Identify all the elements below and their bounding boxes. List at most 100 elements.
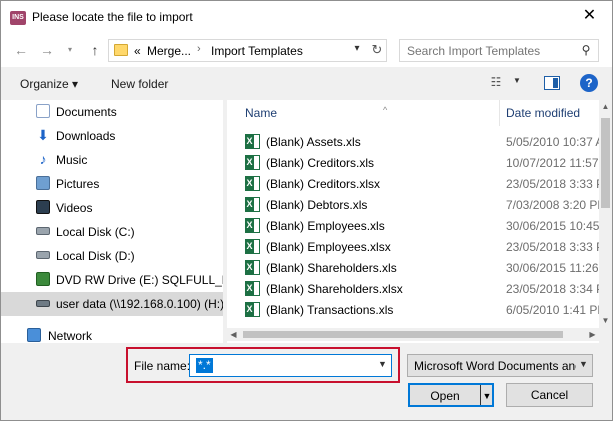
open-options-chevron-icon[interactable]: ▼ <box>482 385 492 407</box>
file-row[interactable]: (Blank) Assets.xls 5/05/2010 10:37 AM <box>227 131 599 152</box>
up-button[interactable]: ↑ <box>85 40 105 60</box>
nav-item-label: Pictures <box>56 177 100 191</box>
breadcrumb-merge[interactable]: Merge... <box>147 44 191 58</box>
nav-item-label: Documents <box>56 105 117 119</box>
nav-item-user-data[interactable]: user data (\\192.168.0.100) (H:) <box>1 292 223 316</box>
search-box[interactable]: ⚲ <box>399 39 599 62</box>
file-row[interactable]: (Blank) Shareholders.xls 30/06/2015 11:2… <box>227 257 599 278</box>
nav-item-network[interactable]: Network <box>1 324 223 343</box>
excel-file-icon <box>245 155 260 170</box>
file-date: 23/05/2018 3:33 PM <box>506 240 599 254</box>
vertical-scrollbar[interactable]: ▲ ▼ <box>599 100 612 343</box>
excel-file-icon <box>245 260 260 275</box>
view-details-icon[interactable]: ☷ <box>488 75 504 91</box>
nav-item-downloads[interactable]: ⬇ Downloads <box>1 124 223 148</box>
breadcrumb-separator-icon: › <box>197 43 201 55</box>
file-row[interactable]: (Blank) Employees.xls 30/06/2015 10:45 A… <box>227 215 599 236</box>
nav-item-pictures[interactable]: Pictures <box>1 172 223 196</box>
file-name: (Blank) Shareholders.xlsx <box>266 282 403 296</box>
excel-file-icon <box>245 218 260 233</box>
file-name-value: *.* <box>196 358 213 373</box>
folder-icon <box>114 44 128 56</box>
breadcrumb-import-templates[interactable]: Import Templates <box>211 44 303 58</box>
file-date: 10/07/2012 11:57 AM <box>506 156 599 170</box>
nav-item-label: Network <box>48 329 93 343</box>
file-date: 5/05/2010 10:37 AM <box>506 135 599 149</box>
nav-item-label: Downloads <box>56 129 116 143</box>
file-name: (Blank) Transactions.xls <box>266 303 394 317</box>
back-button[interactable]: ← <box>11 40 31 60</box>
cancel-button[interactable]: Cancel <box>506 383 593 407</box>
excel-file-icon <box>245 197 260 212</box>
file-list[interactable]: Name ^ Date modified (Blank) Assets.xls … <box>227 100 599 343</box>
new-folder-button[interactable]: New folder <box>111 77 168 91</box>
file-name-dropdown-chevron-icon[interactable]: ▼ <box>378 359 387 369</box>
nav-item-local-disk-c[interactable]: Local Disk (C:) <box>1 220 223 244</box>
nav-item-label: Local Disk (D:) <box>56 249 135 263</box>
scroll-thumb[interactable] <box>601 118 610 208</box>
help-icon[interactable]: ? <box>580 74 598 92</box>
nav-item-local-disk-d[interactable]: Local Disk (D:) <box>1 244 223 268</box>
scroll-down-icon[interactable]: ▼ <box>599 314 612 327</box>
scroll-left-icon[interactable]: ◀ <box>227 328 240 341</box>
open-button[interactable]: Open ▼ <box>408 383 494 407</box>
column-divider[interactable] <box>499 100 500 126</box>
nav-item-music[interactable]: ♪ Music <box>1 148 223 172</box>
scroll-thumb[interactable] <box>243 331 563 338</box>
excel-file-icon <box>245 239 260 254</box>
scroll-up-icon[interactable]: ▲ <box>599 100 612 113</box>
file-name: (Blank) Employees.xlsx <box>266 240 391 254</box>
file-type-chevron-icon: ▼ <box>579 359 588 369</box>
file-row[interactable]: (Blank) Debtors.xls 7/03/2008 3:20 PM <box>227 194 599 215</box>
navigation-pane[interactable]: Documents ⬇ Downloads ♪ Music Pictures V… <box>1 100 223 343</box>
close-button[interactable]: ✕ <box>567 1 612 31</box>
open-button-label: Open <box>430 389 460 403</box>
file-name: (Blank) Creditors.xls <box>266 156 375 170</box>
file-date: 6/05/2010 1:41 PM <box>506 303 599 317</box>
file-name: (Blank) Assets.xls <box>266 135 361 149</box>
file-date: 7/03/2008 3:20 PM <box>506 198 599 212</box>
file-row[interactable]: (Blank) Shareholders.xlsx 23/05/2018 3:3… <box>227 278 599 299</box>
import-file-dialog: INS Please locate the file to import ✕ ←… <box>0 0 613 421</box>
file-date: 23/05/2018 3:33 PM <box>506 177 599 191</box>
file-name-input[interactable]: *.* ▼ <box>189 354 392 377</box>
nav-item-videos[interactable]: Videos <box>1 196 223 220</box>
file-type-select[interactable]: Microsoft Word Documents and ▼ <box>407 354 593 377</box>
column-header-date[interactable]: Date modified <box>506 106 580 120</box>
recent-locations-chevron-icon[interactable]: ▾ <box>60 40 80 60</box>
sort-ascending-icon: ^ <box>383 105 388 115</box>
view-options-chevron-icon[interactable]: ▼ <box>513 76 521 85</box>
excel-file-icon <box>245 176 260 191</box>
nav-item-documents[interactable]: Documents <box>1 100 223 124</box>
nav-item-label: Music <box>56 153 88 167</box>
disk-icon <box>36 227 50 235</box>
search-input[interactable] <box>407 43 572 58</box>
horizontal-scrollbar[interactable]: ◀ ▶ <box>227 328 599 341</box>
music-icon: ♪ <box>39 151 47 167</box>
file-row[interactable]: (Blank) Transactions.xls 6/05/2010 1:41 … <box>227 299 599 320</box>
search-icon[interactable]: ⚲ <box>578 43 594 59</box>
organize-button[interactable]: Organize ▾ <box>20 77 78 91</box>
forward-button[interactable]: → <box>37 40 57 60</box>
preview-pane-icon[interactable] <box>544 76 560 90</box>
pictures-icon <box>36 176 50 190</box>
breadcrumb-overflow[interactable]: « <box>134 44 141 58</box>
documents-icon <box>36 104 50 118</box>
file-row[interactable]: (Blank) Creditors.xls 10/07/2012 11:57 A… <box>227 152 599 173</box>
nav-item-label: DVD RW Drive (E:) SQLFULL_E <box>56 273 223 287</box>
address-dropdown-chevron-icon[interactable]: ▾ <box>349 43 365 59</box>
navigation-bar: ← → ▾ ↑ « Merge... › Import Templates ▾ … <box>1 34 612 67</box>
excel-file-icon <box>245 281 260 296</box>
nav-item-label: user data (\\192.168.0.100) (H:) <box>56 297 223 311</box>
file-row[interactable]: (Blank) Creditors.xlsx 23/05/2018 3:33 P… <box>227 173 599 194</box>
file-type-value: Microsoft Word Documents and <box>414 359 576 373</box>
file-row[interactable]: (Blank) Employees.xlsx 23/05/2018 3:33 P… <box>227 236 599 257</box>
nav-item-dvd-drive[interactable]: DVD RW Drive (E:) SQLFULL_E <box>1 268 223 292</box>
command-bar: Organize ▾ New folder ☷ ▼ ? <box>1 67 612 100</box>
scroll-right-icon[interactable]: ▶ <box>586 328 599 341</box>
column-header-name-label: Name <box>245 106 278 120</box>
column-header-name[interactable]: Name ^ <box>245 105 387 120</box>
nav-item-label: Local Disk (C:) <box>56 225 135 239</box>
address-bar[interactable]: « Merge... › Import Templates ▾ ↻ <box>108 39 387 62</box>
refresh-icon[interactable]: ↻ <box>368 42 386 60</box>
